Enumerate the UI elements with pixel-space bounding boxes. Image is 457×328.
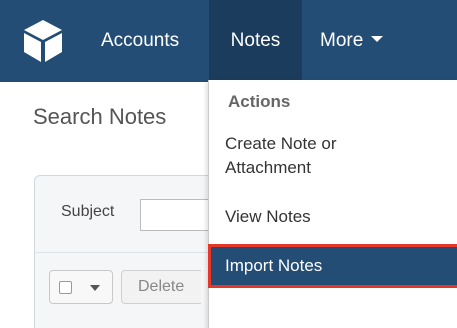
menu-item-import-notes[interactable]: Import Notes — [208, 244, 457, 288]
nav-item-accounts-label: Accounts — [101, 30, 180, 51]
nav-item-more[interactable]: More — [320, 0, 384, 82]
checkbox-icon[interactable] — [59, 281, 72, 294]
page-title: Search Notes — [33, 104, 167, 129]
chevron-down-icon[interactable] — [90, 285, 100, 291]
nav-item-more-label: More — [320, 30, 364, 51]
toolbar-divider — [34, 252, 214, 253]
menu-item-view-notes-label: View Notes — [225, 207, 311, 226]
menu-item-create-note-line2: Attachment — [225, 158, 311, 177]
menu-item-import-notes-label: Import Notes — [225, 256, 323, 275]
menu-item-create-note-line1: Create Note or — [225, 134, 337, 153]
select-all-checkbox-dropdown[interactable] — [49, 270, 113, 304]
nav-item-accounts[interactable]: Accounts — [101, 0, 179, 82]
cube-logo-icon[interactable] — [22, 18, 64, 64]
menu-item-create-note[interactable]: Create Note or Attachment — [208, 130, 457, 190]
menu-item-view-notes[interactable]: View Notes — [208, 202, 457, 232]
subject-label: Subject — [61, 203, 115, 220]
nav-item-notes-label: Notes — [230, 30, 281, 51]
delete-button[interactable]: Delete — [121, 270, 201, 304]
nav-item-notes[interactable]: Notes — [209, 0, 302, 82]
menu-section-header: Actions — [228, 92, 291, 111]
chevron-down-icon — [371, 35, 384, 42]
